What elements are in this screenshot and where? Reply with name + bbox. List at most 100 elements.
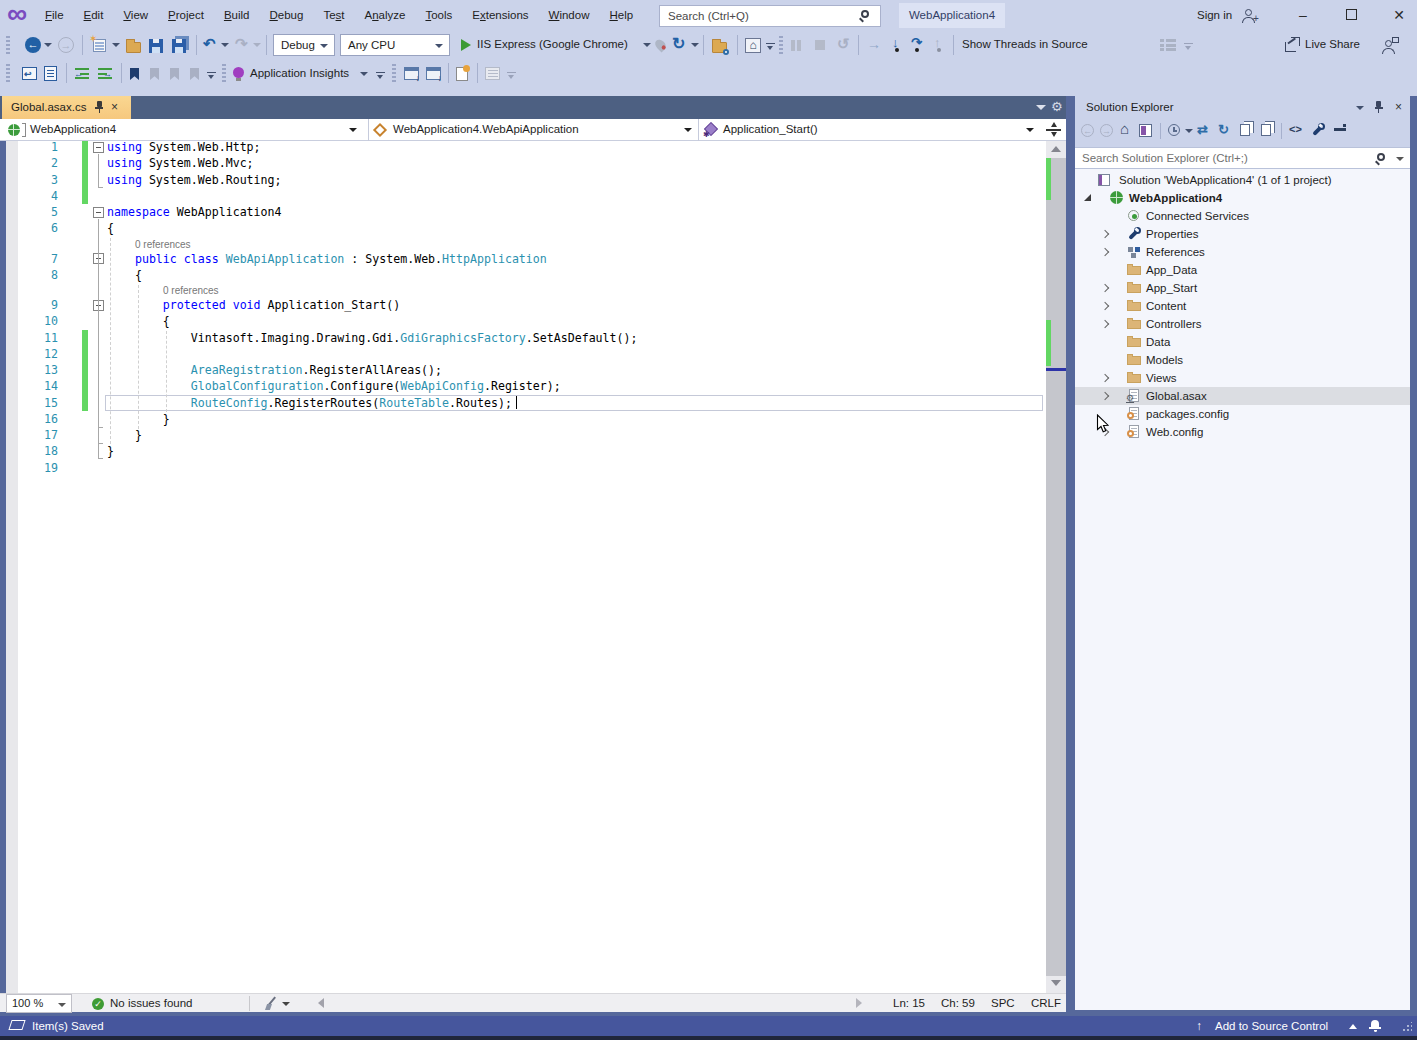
home-button[interactable]: ⌂ <box>1120 120 1129 137</box>
codelens-references[interactable]: 0 references <box>135 239 191 250</box>
toolbar-overflow-icon[interactable] <box>766 40 776 52</box>
menu-project[interactable]: Project <box>158 0 214 31</box>
scroll-down-icon[interactable] <box>1051 980 1061 986</box>
threads-list-icon[interactable] <box>1160 39 1176 51</box>
tree-item-global-asax[interactable]: ⚙Global.asax <box>1075 387 1410 405</box>
step-out-button[interactable]: ↑ <box>934 35 941 50</box>
code-line-3[interactable]: 3using System.Web.Routing; <box>0 172 1046 188</box>
tree-item-data[interactable]: Data <box>1075 333 1410 351</box>
issues-status[interactable]: No issues found <box>110 997 192 1009</box>
tree-item-models[interactable]: Models <box>1075 351 1410 369</box>
toolbar-grip[interactable] <box>222 64 226 82</box>
redo-dropdown[interactable] <box>253 43 261 47</box>
tree-item-views[interactable]: Views <box>1075 369 1410 387</box>
solution-platform-combo[interactable]: Any CPU <box>340 34 450 56</box>
menu-edit[interactable]: Edit <box>74 0 114 31</box>
expand-icon[interactable] <box>1101 301 1109 309</box>
navigate-forward-button[interactable]: → <box>58 37 74 53</box>
code-line-1[interactable]: 1using System.Web.Http; <box>0 141 1046 155</box>
vertical-scrollbar[interactable] <box>1046 141 1066 993</box>
code-line-5[interactable]: 5namespace WebApplication4 <box>0 204 1046 220</box>
code-line-14[interactable]: 14 GlobalConfiguration.Configure(WebApiC… <box>0 378 1046 394</box>
back-button[interactable]: ← <box>1081 124 1094 137</box>
codelens-row[interactable]: 0 references <box>0 283 1046 297</box>
code-line-19[interactable]: 19 <box>0 460 1046 476</box>
add-to-source-control-icon[interactable] <box>404 67 419 80</box>
expand-icon[interactable] <box>1101 391 1109 399</box>
previous-bookmark-button[interactable] <box>150 68 159 80</box>
switch-views-button[interactable] <box>1139 124 1152 137</box>
chevron-down-icon[interactable] <box>1026 128 1034 132</box>
next-bookmark-button[interactable] <box>170 68 179 80</box>
undo-button[interactable]: ↶ <box>203 36 216 52</box>
restart-button[interactable]: ↺ <box>837 36 850 52</box>
code-line-18[interactable]: 18} <box>0 443 1046 459</box>
window-position-dropdown[interactable] <box>1356 106 1364 110</box>
code-line-17[interactable]: 17 } <box>0 427 1046 443</box>
undo-dropdown[interactable] <box>221 43 229 47</box>
solution-configuration-combo[interactable]: Debug <box>273 34 335 56</box>
expand-icon[interactable] <box>1101 373 1109 381</box>
expand-icon[interactable] <box>1101 247 1109 255</box>
minimize-button[interactable]: – <box>1286 0 1320 31</box>
menu-test[interactable]: Test <box>313 0 354 31</box>
decrease-indent-button[interactable]: ← <box>75 68 90 80</box>
source-control-caret-icon[interactable] <box>1349 1024 1357 1029</box>
pending-changes-filter-button[interactable] <box>1168 124 1180 136</box>
code-cleanup-dropdown[interactable] <box>282 1002 290 1006</box>
code-editor[interactable]: 1using System.Web.Http;2using System.Web… <box>0 141 1066 993</box>
tree-item-webapplication4[interactable]: WebApplication4 <box>1075 189 1410 207</box>
tree-item-web-config[interactable]: Web.config <box>1075 423 1410 441</box>
tree-item-references[interactable]: References <box>1075 243 1410 261</box>
pause-button[interactable] <box>791 40 795 51</box>
toolbar-grip[interactable] <box>392 64 396 82</box>
menu-debug[interactable]: Debug <box>259 0 313 31</box>
tree-item-packages-config[interactable]: packages.config <box>1075 405 1410 423</box>
menu-window[interactable]: Window <box>539 0 600 31</box>
menu-build[interactable]: Build <box>214 0 260 31</box>
tree-item-app-start[interactable]: App_Start <box>1075 279 1410 297</box>
codelens-row[interactable]: 0 references <box>0 237 1046 251</box>
refresh-button[interactable]: ↻ <box>672 36 685 52</box>
code-line-11[interactable]: 11 Vintasoft.Imaging.Drawing.Gdi.GdiGrap… <box>0 330 1046 346</box>
close-tab-icon[interactable]: × <box>111 100 118 114</box>
pin-tab-icon[interactable] <box>94 101 105 114</box>
show-all-files-button[interactable] <box>1261 124 1271 136</box>
code-line-16[interactable]: 16 } <box>0 411 1046 427</box>
close-panel-icon[interactable]: × <box>1395 100 1402 114</box>
expand-icon[interactable] <box>1101 319 1109 327</box>
codelens-references[interactable]: 0 references <box>163 285 219 296</box>
open-file-button[interactable] <box>126 42 141 53</box>
maximize-button[interactable] <box>1334 0 1368 31</box>
code-line-13[interactable]: 13 AreaRegistration.RegisterAllAreas(); <box>0 362 1046 378</box>
collapse-region-box[interactable] <box>93 142 104 153</box>
tree-item-app-data[interactable]: App_Data <box>1075 261 1410 279</box>
forward-button[interactable]: → <box>1100 124 1113 137</box>
new-item-icon[interactable] <box>456 67 468 81</box>
tree-item-properties[interactable]: Properties <box>1075 225 1410 243</box>
menu-file[interactable]: File <box>35 0 74 31</box>
menu-tools[interactable]: Tools <box>415 0 462 31</box>
start-debugging-button[interactable]: IIS Express (Google Chrome) <box>477 31 628 59</box>
toolbar-grip[interactable] <box>6 64 10 82</box>
navigate-back-dropdown[interactable] <box>44 43 52 47</box>
redo-button[interactable]: ↷ <box>235 36 248 52</box>
menu-view[interactable]: View <box>113 0 158 31</box>
collapse-all-button[interactable] <box>1334 128 1346 131</box>
expand-icon[interactable] <box>1101 229 1109 237</box>
toolbar-overflow-icon[interactable] <box>1184 40 1194 52</box>
code-line-15[interactable]: 15 RouteConfig.RegisterRoutes(RouteTable… <box>0 395 1046 411</box>
live-share-button[interactable]: Live Share <box>1305 31 1360 59</box>
browse-with-button[interactable] <box>712 42 727 53</box>
clear-bookmarks-button[interactable] <box>190 68 199 80</box>
scrollbar-thumb[interactable] <box>1046 158 1066 976</box>
sign-in-button[interactable]: Sign in <box>1197 0 1232 31</box>
scroll-left-icon[interactable] <box>318 998 324 1008</box>
zoom-combo[interactable]: 100 % <box>6 994 72 1013</box>
sync-source-control-icon[interactable] <box>426 67 441 80</box>
send-feedback-icon[interactable] <box>1381 39 1397 55</box>
tree-item-solution-webapplication4-1-of-1-project[interactable]: Solution 'WebApplication4' (1 of 1 proje… <box>1075 171 1410 189</box>
toggle-bookmark-button[interactable] <box>130 68 139 80</box>
save-button[interactable] <box>149 39 163 53</box>
code-line-4[interactable]: 4 <box>0 188 1046 204</box>
